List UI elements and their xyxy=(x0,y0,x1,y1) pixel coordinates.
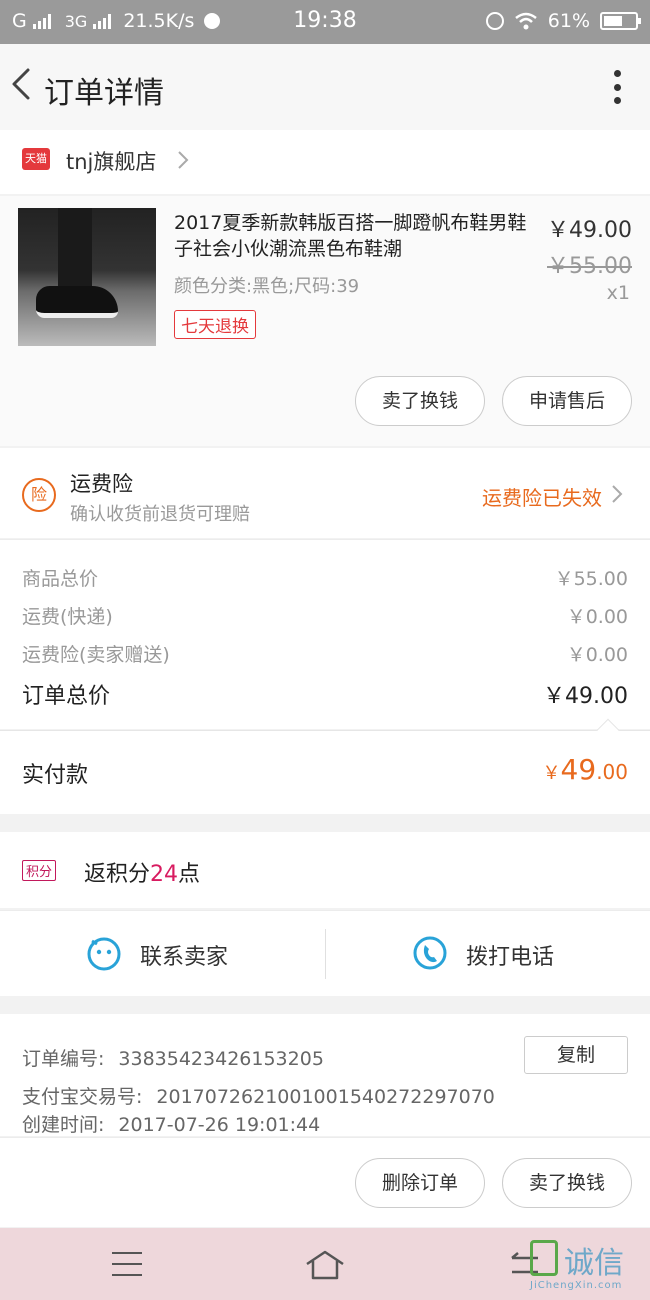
chevron-right-icon xyxy=(178,151,189,169)
order-number-label: 订单编号: xyxy=(22,1048,105,1070)
system-navigation-bar: 诚信 JiChengXin.com xyxy=(0,1228,650,1300)
status-bar: G 3G 21.5K/s 19:38 61% xyxy=(0,0,650,44)
created-time-label: 创建时间: xyxy=(22,1114,105,1136)
navigation-bar: 订单详情 xyxy=(0,44,650,130)
home-icon[interactable] xyxy=(304,1248,346,1282)
menu-icon[interactable] xyxy=(112,1252,142,1276)
product-name[interactable]: 2017夏季新款韩版百搭一脚蹬帆布鞋男鞋子社会小伙潮流黑色布鞋潮 xyxy=(174,210,534,262)
watermark-logo: 诚信 JiChengXin.com xyxy=(522,1238,642,1294)
return-policy-tag: 七天退换 xyxy=(174,310,256,339)
order-item: 2017夏季新款韩版百搭一脚蹬帆布鞋男鞋子社会小伙潮流黑色布鞋潮 颜色分类:黑色… xyxy=(0,196,650,446)
alipay-number-label: 支付宝交易号: xyxy=(22,1086,143,1108)
product-quantity: x1 xyxy=(606,282,630,304)
order-info: 订单编号: 33835423426153205 复制 支付宝交易号: 2017072… xyxy=(0,1014,650,1136)
cost-row: 运费险(卖家赠送) ￥0.00 xyxy=(22,640,628,670)
more-options-icon[interactable] xyxy=(612,70,622,104)
chat-face-icon xyxy=(87,937,121,971)
tmall-badge-icon: 天猫 xyxy=(22,148,50,170)
product-price: ￥49.00 xyxy=(547,218,632,243)
product-original-price: ￥55.00 xyxy=(547,254,632,279)
order-number-row: 订单编号: 33835423426153205 xyxy=(22,1044,324,1071)
insurance-icon: 险 xyxy=(22,478,56,512)
paid-amount-row: 实付款 ￥49.00 xyxy=(0,718,650,814)
reward-points-row: 积分 返积分24点 xyxy=(0,832,650,908)
chevron-right-icon xyxy=(612,485,623,503)
sell-item-button[interactable]: 卖了换钱 xyxy=(355,376,485,426)
alarm-icon xyxy=(485,12,504,30)
cost-label: 商品总价 xyxy=(22,568,99,590)
watermark-cn: 诚信 xyxy=(564,1246,624,1281)
watermark-en: JiChengXin.com xyxy=(530,1280,623,1291)
created-time-value: 2017-07-26 19:01:44 xyxy=(118,1114,321,1136)
back-arrow-icon[interactable] xyxy=(6,64,38,104)
product-spec: 颜色分类:黑色;尺码:39 xyxy=(174,276,360,297)
delete-order-button[interactable]: 删除订单 xyxy=(355,1158,485,1208)
paid-label: 实付款 xyxy=(22,763,89,788)
points-prefix: 返积分 xyxy=(84,862,151,887)
contact-seller-button[interactable]: 联系卖家 xyxy=(0,911,325,997)
copy-button[interactable]: 复制 xyxy=(524,1036,628,1074)
cost-value: ￥0.00 xyxy=(566,606,628,628)
points-number: 24 xyxy=(150,862,179,887)
cost-row: 运费(快递) ￥0.00 xyxy=(22,602,628,632)
wifi-icon xyxy=(514,12,537,30)
cost-value: ￥55.00 xyxy=(554,568,628,590)
contact-seller-label: 联系卖家 xyxy=(140,945,229,970)
after-sale-button[interactable]: 申请售后 xyxy=(502,376,632,426)
price-breakdown: 商品总价 ￥55.00 运费(快递) ￥0.00 运费险(卖家赠送) ￥0.00… xyxy=(0,539,650,729)
cost-row: 商品总价 ￥55.00 xyxy=(22,564,628,594)
cost-label: 运费险(卖家赠送) xyxy=(22,644,170,666)
product-image[interactable] xyxy=(18,208,156,346)
points-badge: 积分 xyxy=(22,860,57,881)
sell-item-button-bottom[interactable]: 卖了换钱 xyxy=(502,1158,632,1208)
paid-amount: ￥49.00 xyxy=(543,753,628,786)
call-phone-button[interactable]: 拨打电话 xyxy=(326,911,650,997)
created-time-row: 创建时间: 2017-07-26 19:01:44 xyxy=(22,1110,320,1137)
insurance-status: 运费险已失效 xyxy=(482,486,602,510)
paid-decimal: .00 xyxy=(596,760,628,784)
phone-icon xyxy=(413,936,447,970)
page-title: 订单详情 xyxy=(44,76,164,111)
points-text: 返积分24点 xyxy=(84,856,200,888)
shipping-insurance-row[interactable]: 险 运费险 确认收货前退货可理赔 运费险已失效 xyxy=(0,448,650,538)
cost-value: ￥0.00 xyxy=(566,644,628,666)
order-total-row: 订单总价 ￥49.00 xyxy=(22,678,628,709)
order-total-value: ￥49.00 xyxy=(543,684,628,709)
contact-row: 联系卖家 拨打电话 xyxy=(0,910,650,996)
shop-row[interactable]: 天猫 tnj旗舰店 xyxy=(0,130,650,194)
insurance-subtitle: 确认收货前退货可理赔 xyxy=(70,504,250,525)
insurance-title: 运费险 xyxy=(70,472,133,496)
battery-icon xyxy=(600,12,641,30)
battery-percent: 61% xyxy=(547,10,590,32)
paid-integer: 49 xyxy=(560,753,597,786)
paid-currency: ￥ xyxy=(542,763,561,784)
points-suffix: 点 xyxy=(178,862,201,887)
bottom-actions: 删除订单 卖了换钱 xyxy=(0,1137,650,1227)
order-number-value: 33835423426153205 xyxy=(118,1048,324,1070)
cost-label: 运费(快递) xyxy=(22,606,113,628)
order-total-label: 订单总价 xyxy=(22,684,111,709)
alipay-number-row: 支付宝交易号: 2017072621001001540272297070 xyxy=(22,1082,495,1109)
shop-name[interactable]: tnj旗舰店 xyxy=(66,146,156,176)
alipay-number-value: 2017072621001001540272297070 xyxy=(156,1086,495,1108)
call-phone-label: 拨打电话 xyxy=(466,945,555,970)
watermark-logo-icon xyxy=(530,1240,558,1276)
